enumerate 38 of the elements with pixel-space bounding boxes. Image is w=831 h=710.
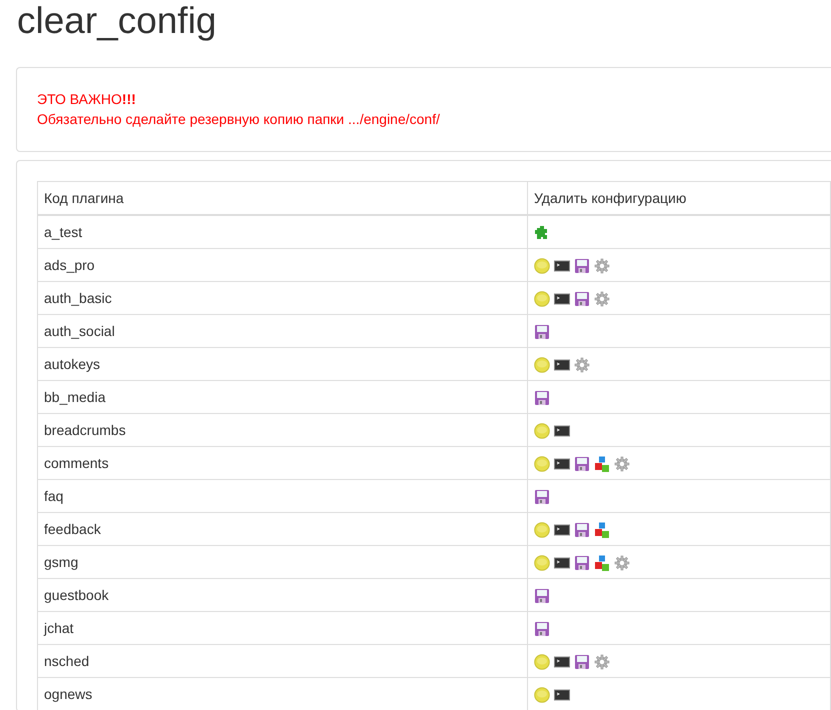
plugin-cell: bb_media <box>38 380 528 414</box>
plugin-cell: a_test <box>38 215 528 248</box>
warning-text: ЭТО ВАЖНО!!! <box>37 90 137 109</box>
plugin-cell: auth_social <box>38 314 528 348</box>
terminal-icon[interactable] <box>554 291 570 307</box>
plugin-cell: ognews <box>38 678 528 710</box>
blocks-icon[interactable] <box>594 456 610 472</box>
plugin-cell: feedback <box>38 512 528 546</box>
gear-icon[interactable] <box>614 456 630 472</box>
gear-icon[interactable] <box>594 654 610 670</box>
column-header: Код плагина <box>38 182 528 215</box>
terminal-icon[interactable] <box>554 522 570 538</box>
column-header: Удалить конфигурацию <box>528 182 830 215</box>
blocks-icon[interactable] <box>594 522 610 538</box>
terminal-icon[interactable] <box>554 687 570 703</box>
plugin-cell: jchat <box>38 612 528 644</box>
terminal-icon[interactable] <box>554 423 570 439</box>
plugin-cell: breadcrumbs <box>38 414 528 446</box>
plugin-cell: auth_basic <box>38 282 528 314</box>
gear-icon[interactable] <box>594 291 610 307</box>
plugin-cell: autokeys <box>38 348 528 380</box>
terminal-icon[interactable] <box>554 555 570 571</box>
plugin-cell: comments <box>38 446 528 480</box>
plugin-cell: faq <box>38 480 528 512</box>
warning-text: Обязательно сделайте резервную копию папки .../engine/conf/ <box>37 110 441 129</box>
gear-icon[interactable] <box>614 555 630 571</box>
gear-icon[interactable] <box>594 258 610 274</box>
terminal-icon[interactable] <box>554 456 570 472</box>
terminal-icon[interactable] <box>554 654 570 670</box>
terminal-icon[interactable] <box>554 258 570 274</box>
plugin-cell: nsched <box>38 644 528 678</box>
plugin-cell: guestbook <box>38 578 528 612</box>
puzzle-icon[interactable] <box>534 225 550 241</box>
blocks-icon[interactable] <box>594 555 610 571</box>
page-title: clear_config <box>17 0 218 43</box>
plugin-cell: gsmg <box>38 546 528 578</box>
plugin-cell: ads_pro <box>38 248 528 282</box>
terminal-icon[interactable] <box>554 357 570 373</box>
